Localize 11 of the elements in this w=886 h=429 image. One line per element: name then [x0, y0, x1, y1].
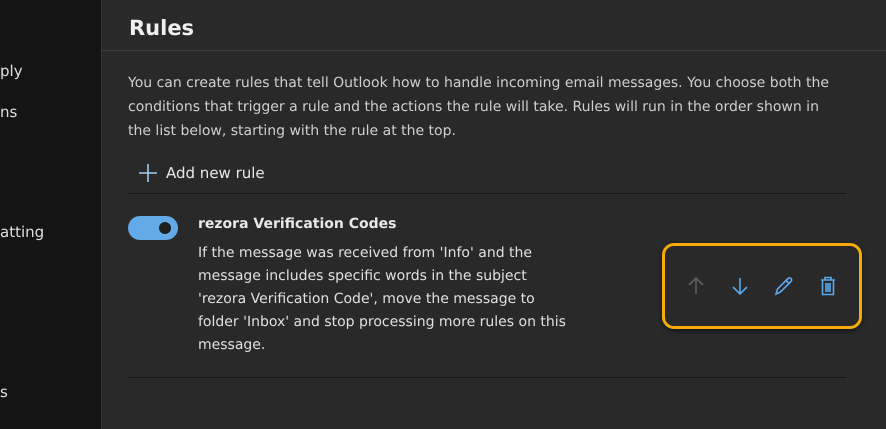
rule-toggle[interactable] — [128, 216, 178, 240]
sidebar-item[interactable]: atting — [0, 223, 101, 241]
sidebar-item[interactable]: ply — [0, 62, 101, 80]
plus-icon — [138, 163, 158, 183]
sidebar-item[interactable]: ns — [0, 103, 101, 121]
sidebar-item[interactable]: s — [0, 383, 101, 401]
rule-description: If the message was received from 'Info' and the message includes specific words in the subject 'rezora Verification Code', move the message to folder 'Inbox' and stop processing more rules on this message. — [198, 244, 567, 355]
rule-name: rezora Verification Codes — [198, 216, 398, 232]
add-rule-button[interactable]: Add new rule — [128, 153, 275, 193]
page-title: Rules — [102, 0, 886, 51]
description-text: You can create rules that tell Outlook how to handle incoming email messages. You choose both the conditions that trigger a rule and the actions the rule will take. Rules will run in the order shown in the list below, starting with the rule at the top. — [128, 74, 830, 141]
